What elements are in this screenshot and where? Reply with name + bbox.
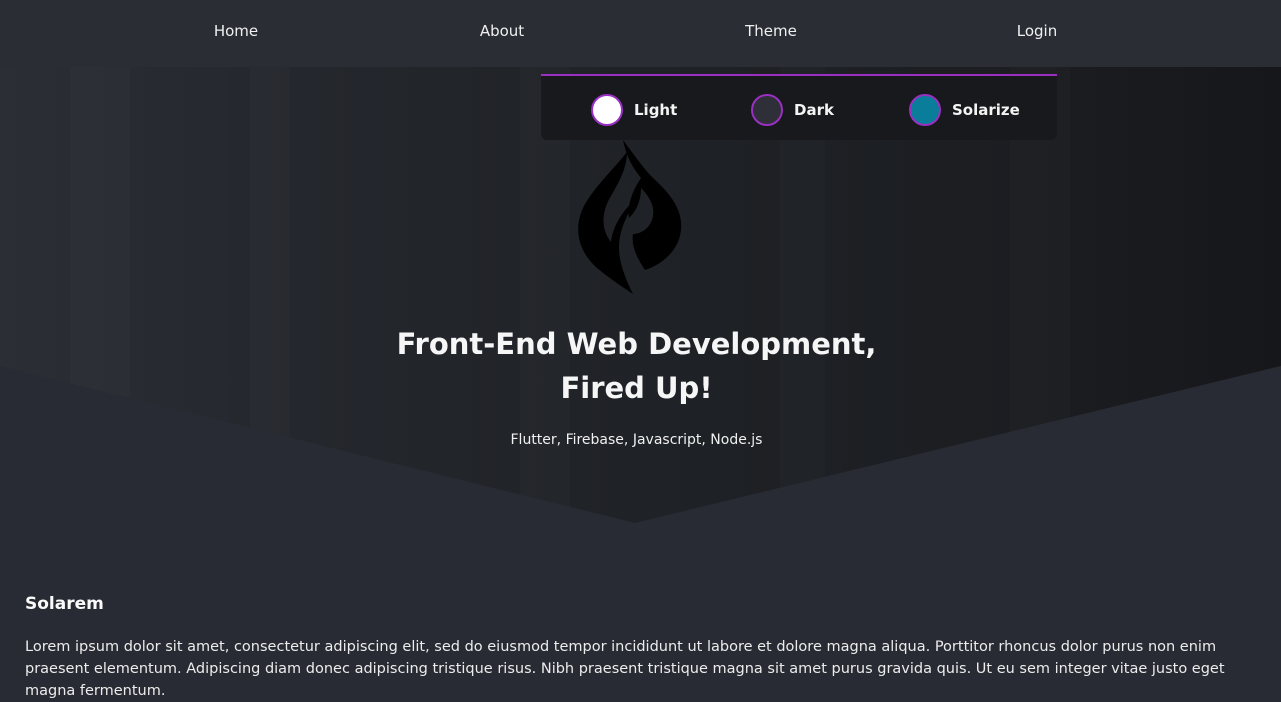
theme-option-dark[interactable]: Dark — [751, 92, 834, 128]
theme-option-label: Light — [634, 101, 678, 119]
theme-dropdown: Light Dark Solarize — [541, 74, 1057, 140]
section-body: Lorem ipsum dolor sit amet, consectetur … — [25, 639, 1225, 699]
theme-option-light[interactable]: Light — [591, 92, 677, 128]
navbar: Home About Theme Login — [0, 0, 1281, 67]
solarize-swatch-icon — [909, 94, 941, 126]
hero-title-line2: Fired Up! — [560, 371, 713, 405]
nav-theme-link[interactable]: Theme — [745, 22, 797, 40]
theme-option-label: Dark — [794, 101, 834, 119]
section-title: Solarem — [25, 594, 104, 614]
nav-about-link[interactable]: About — [480, 22, 524, 40]
theme-option-label: Solarize — [952, 101, 1020, 119]
dark-swatch-icon — [751, 94, 783, 126]
nav-login-link[interactable]: Login — [1017, 22, 1057, 40]
hero-title-line1: Front-End Web Development, — [396, 327, 877, 361]
flame-logo-icon — [578, 140, 682, 294]
light-swatch-icon — [591, 94, 623, 126]
nav-home-link[interactable]: Home — [214, 22, 258, 40]
theme-option-solarize[interactable]: Solarize — [909, 92, 1020, 128]
hero-subtitle: Flutter, Firebase, Javascript, Node.js — [510, 432, 763, 448]
hero-title: Front-End Web Development, Fired Up! — [340, 322, 933, 410]
